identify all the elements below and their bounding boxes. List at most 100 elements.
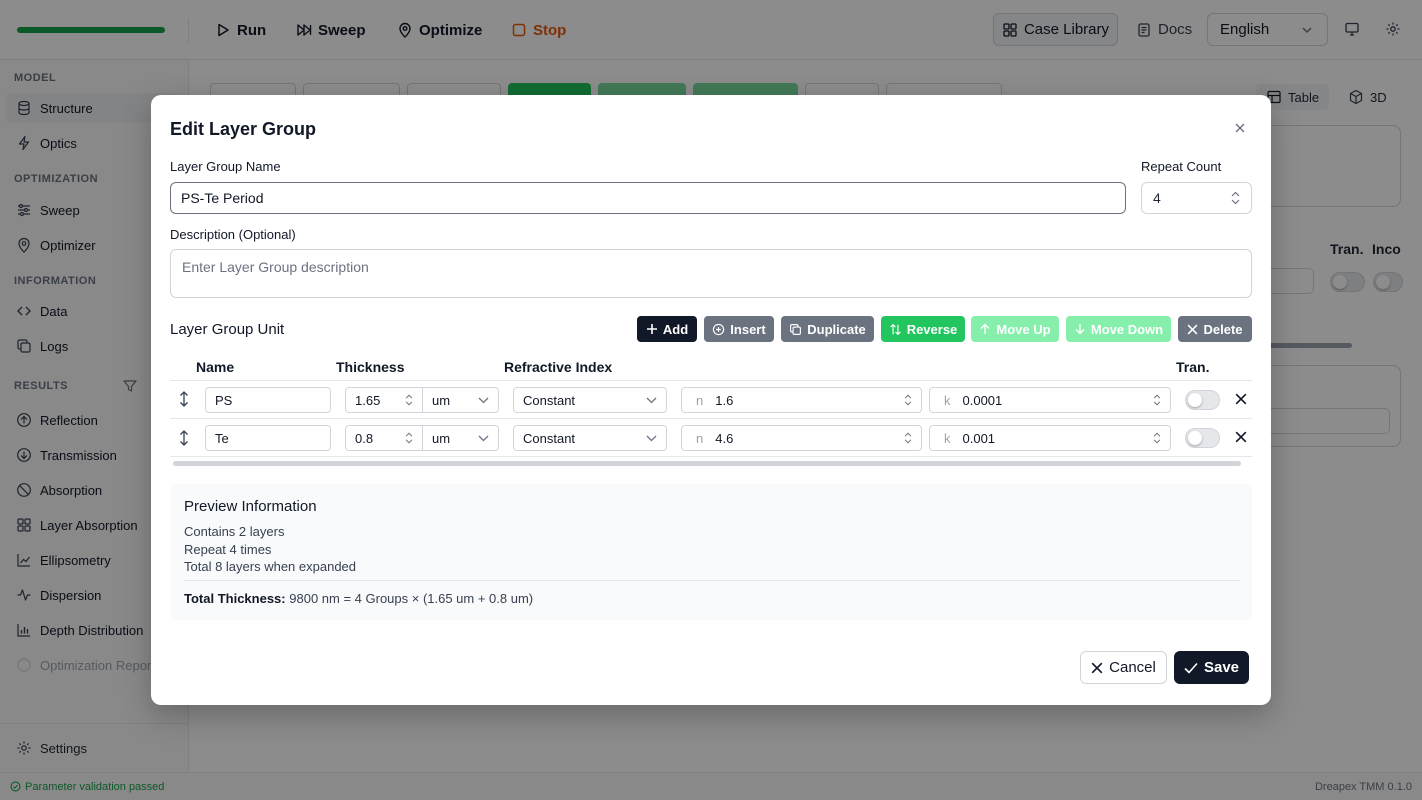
thickness-stepper[interactable]: 1.65	[345, 387, 423, 413]
preview-total-layers: Total 8 layers when expanded	[184, 559, 357, 574]
row-divider	[170, 418, 1252, 419]
thickness-unit-value: um	[432, 392, 451, 408]
layer-group-name-input[interactable]: PS-Te Period	[170, 182, 1126, 214]
layer-name-value: PS	[215, 392, 233, 408]
refractive-type-select[interactable]: Constant	[513, 425, 667, 451]
drag-handle-icon[interactable]	[178, 430, 190, 446]
name-label: Layer Group Name	[170, 159, 281, 174]
close-icon	[1235, 123, 1245, 133]
k-spinner[interactable]	[1153, 432, 1161, 444]
swap-vertical-icon	[889, 323, 901, 335]
edit-layer-group-dialog: Edit Layer Group Layer Group Name PS-Te …	[151, 95, 1271, 705]
layer-name-input[interactable]: PS	[205, 387, 331, 413]
arrow-down-icon	[1075, 324, 1085, 335]
thickness-value: 1.65	[355, 392, 381, 408]
n-prefix: n	[696, 392, 704, 408]
refractive-type-select[interactable]: Constant	[513, 387, 667, 413]
delete-label: Delete	[1203, 321, 1243, 337]
remove-row-icon[interactable]	[1235, 393, 1247, 405]
drag-handle-icon[interactable]	[178, 391, 190, 407]
preview-panel: Preview Information Contains 2 layers Re…	[170, 484, 1252, 620]
thickness-spinner[interactable]	[405, 394, 413, 406]
chevron-down-icon	[478, 435, 489, 441]
chevron-down-icon	[904, 401, 912, 406]
check-icon	[1184, 662, 1198, 674]
total-thickness-label: Total Thickness:	[184, 591, 286, 606]
horizontal-scrollbar[interactable]	[173, 461, 1241, 466]
thickness-value: 0.8	[355, 430, 374, 446]
refractive-type-value: Constant	[523, 430, 576, 446]
delete-button[interactable]: Delete	[1178, 316, 1252, 342]
n-value-stepper[interactable]: n 1.6	[681, 387, 922, 413]
thickness-unit-select[interactable]: um	[422, 425, 499, 451]
reverse-label: Reverse	[906, 321, 958, 337]
duplicate-button[interactable]: Duplicate	[781, 316, 874, 342]
n-spinner[interactable]	[904, 394, 912, 406]
move-down-button[interactable]: Move Down	[1066, 316, 1171, 342]
plus-icon	[646, 324, 657, 334]
n-value: 4.6	[715, 430, 734, 446]
insert-label: Insert	[730, 321, 766, 337]
description-textarea[interactable]: Enter Layer Group description	[170, 249, 1252, 298]
insert-button[interactable]: Insert	[704, 316, 774, 342]
chevron-down-icon	[405, 439, 413, 444]
plus-circle-icon	[713, 323, 725, 335]
repeat-count-label: Repeat Count	[1141, 159, 1222, 174]
description-placeholder: Enter Layer Group description	[182, 259, 369, 275]
chevron-down-icon	[646, 435, 657, 441]
row-divider	[170, 456, 1252, 457]
k-value: 0.0001	[962, 392, 1003, 408]
move-up-label: Move Up	[996, 321, 1051, 337]
chevron-down-icon	[478, 397, 489, 403]
n-spinner[interactable]	[904, 432, 912, 444]
tran-toggle[interactable]	[1185, 428, 1220, 448]
move-down-label: Move Down	[1090, 321, 1164, 337]
dialog-title: Edit Layer Group	[170, 119, 317, 139]
chevron-up-icon	[405, 432, 413, 437]
repeat-count-spinner[interactable]	[1231, 191, 1240, 205]
layer-name-input[interactable]: Te	[205, 425, 331, 451]
preview-repeat: Repeat 4 times	[184, 542, 272, 557]
column-header-name: Name	[196, 359, 235, 375]
close-icon	[1188, 324, 1198, 334]
reverse-button[interactable]: Reverse	[881, 316, 965, 342]
thickness-unit-value: um	[432, 430, 451, 446]
description-label: Description (Optional)	[170, 227, 296, 242]
chevron-up-icon	[1153, 394, 1161, 399]
remove-row-icon[interactable]	[1235, 431, 1247, 443]
repeat-count-stepper[interactable]: 4	[1141, 182, 1252, 214]
k-prefix: k	[944, 392, 951, 408]
layer-group-name-value: PS-Te Period	[181, 190, 264, 206]
chevron-up-icon	[1153, 432, 1161, 437]
close-button[interactable]	[1231, 119, 1249, 137]
cancel-button[interactable]: Cancel	[1080, 651, 1167, 684]
k-spinner[interactable]	[1153, 394, 1161, 406]
tran-toggle[interactable]	[1185, 390, 1220, 410]
save-button[interactable]: Save	[1174, 651, 1249, 684]
k-value: 0.001	[962, 430, 996, 446]
add-label: Add	[662, 321, 689, 337]
chevron-down-icon	[405, 401, 413, 406]
add-button[interactable]: Add	[637, 316, 697, 342]
move-up-button[interactable]: Move Up	[971, 316, 1059, 342]
save-label: Save	[1203, 659, 1240, 676]
chevron-down-icon	[904, 439, 912, 444]
column-header-tran: Tran.	[1176, 359, 1210, 375]
preview-layer-count: Contains 2 layers	[184, 524, 285, 539]
repeat-count-value: 4	[1153, 190, 1161, 206]
refractive-type-value: Constant	[523, 392, 576, 408]
chevron-up-icon	[904, 394, 912, 399]
column-header-thickness: Thickness	[336, 359, 405, 375]
k-value-stepper[interactable]: k 0.001	[929, 425, 1171, 451]
n-value-stepper[interactable]: n 4.6	[681, 425, 922, 451]
copy-icon	[790, 323, 802, 335]
preview-total-thickness: Total Thickness: 9800 nm = 4 Groups × (1…	[184, 591, 533, 606]
k-value-stepper[interactable]: k 0.0001	[929, 387, 1171, 413]
layer-group-unit-title: Layer Group Unit	[170, 321, 285, 338]
chevron-up-icon	[904, 432, 912, 437]
n-value: 1.6	[715, 392, 734, 408]
thickness-unit-select[interactable]: um	[422, 387, 499, 413]
thickness-stepper[interactable]: 0.8	[345, 425, 423, 451]
thickness-spinner[interactable]	[405, 432, 413, 444]
arrow-up-icon	[980, 323, 990, 334]
